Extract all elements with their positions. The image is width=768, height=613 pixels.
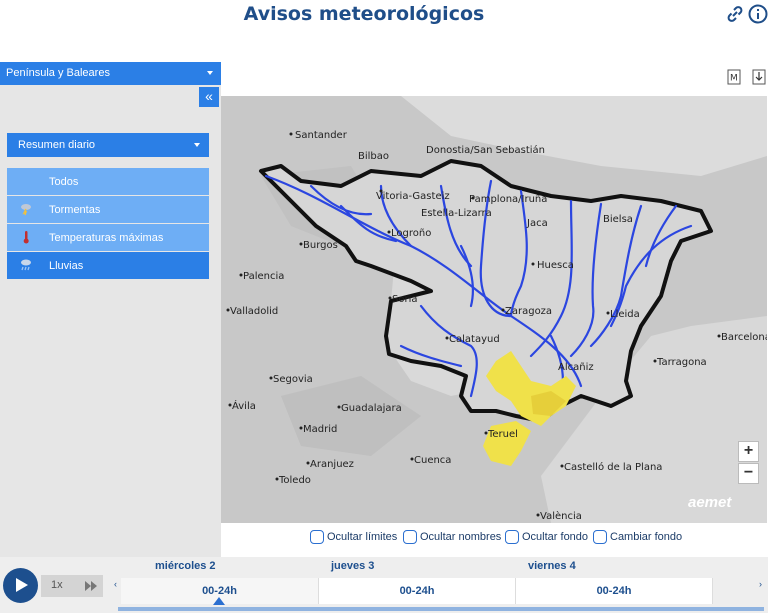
place-label: Tarragona: [656, 357, 707, 368]
time-slot[interactable]: 00-24h: [319, 578, 516, 604]
place-label: Alcañiz: [558, 362, 594, 373]
summary-select-value: Resumen diario: [18, 139, 96, 151]
chevron-down-icon: [194, 143, 200, 147]
play-button[interactable]: [3, 568, 38, 603]
map-canvas: Santander Bilbao Donostia/San Sebastián …: [221, 96, 767, 523]
filter-item-label: Temperaturas máximas: [49, 232, 164, 244]
place-label: Valladolid: [230, 306, 278, 317]
current-slot-marker: [213, 597, 225, 605]
place-label: Burgos: [303, 240, 338, 251]
timeline-prev-button[interactable]: ‹: [114, 579, 117, 589]
place-label: Aranjuez: [310, 459, 354, 470]
warning-map[interactable]: Santander Bilbao Donostia/San Sebastián …: [221, 96, 767, 523]
timeline-track[interactable]: [118, 607, 764, 611]
fast-forward-icon[interactable]: [85, 581, 97, 591]
measure-label: M: [730, 74, 738, 84]
time-slot[interactable]: 00-24h: [516, 578, 713, 604]
link-icon[interactable]: [725, 4, 745, 24]
option-label: Cambiar fondo: [610, 531, 683, 543]
place-label: Barcelona: [721, 332, 767, 343]
zoom-out-button[interactable]: −: [738, 463, 759, 484]
chevron-down-icon: [207, 71, 213, 75]
aemet-logo: aemet: [688, 494, 732, 511]
day-header: viernes 4: [528, 560, 576, 572]
place-label: Bilbao: [358, 151, 389, 162]
place-label: Toledo: [278, 475, 311, 486]
filter-list: Todos Tormentas Temperaturas máximas Llu…: [7, 168, 209, 280]
hide-background-option[interactable]: Ocultar fondo: [505, 530, 588, 544]
place-label: Donostia/San Sebastián: [426, 144, 545, 156]
speed-label: 1x: [51, 579, 63, 591]
timeline: 1x ‹ › miércoles 2 jueves 3 viernes 4 00…: [0, 557, 768, 613]
filter-item-label: Todos: [49, 176, 79, 188]
change-background-option[interactable]: Cambiar fondo: [593, 530, 682, 544]
zoom-in-button[interactable]: +: [738, 441, 759, 462]
region-select-value: Península y Baleares: [6, 67, 110, 79]
checkbox[interactable]: [310, 530, 324, 544]
place-label: Santander: [295, 130, 348, 141]
place-label: Logroño: [391, 228, 431, 239]
collapse-sidebar-button[interactable]: «: [199, 87, 219, 107]
measure-icon[interactable]: M: [727, 69, 741, 85]
summary-select[interactable]: Resumen diario: [7, 133, 209, 157]
place-label: Huesca: [537, 260, 574, 271]
place-label: Segovia: [273, 374, 313, 385]
place-label: Pamplona/Iruña: [469, 194, 547, 205]
checkbox[interactable]: [403, 530, 417, 544]
region-select[interactable]: Península y Baleares: [0, 62, 221, 85]
place-label: Cuenca: [414, 455, 451, 466]
filter-item-label: Lluvias: [49, 260, 84, 272]
hide-names-option[interactable]: Ocultar nombres: [403, 530, 501, 544]
thermometer-icon: [19, 230, 33, 244]
place-label: Castelló de la Plana: [564, 461, 662, 473]
timeline-next-button[interactable]: ›: [759, 579, 762, 589]
day-header: miércoles 2: [155, 560, 216, 572]
info-icon[interactable]: [748, 4, 768, 24]
day-header: jueves 3: [331, 560, 375, 572]
filter-item-label: Tormentas: [49, 204, 101, 216]
storm-icon: [19, 202, 33, 216]
place-label: València: [540, 510, 582, 522]
page-title: Avisos meteorológicos: [243, 3, 485, 25]
filter-item-todos[interactable]: Todos: [7, 168, 209, 195]
place-label: Palencia: [243, 271, 284, 282]
option-label: Ocultar límites: [327, 531, 398, 543]
filter-item-temperaturas[interactable]: Temperaturas máximas: [7, 224, 209, 251]
option-label: Ocultar nombres: [420, 531, 502, 543]
speed-control[interactable]: 1x: [41, 575, 103, 597]
filter-item-tormentas[interactable]: Tormentas: [7, 196, 209, 223]
checkbox[interactable]: [593, 530, 607, 544]
filter-item-lluvias[interactable]: Lluvias: [7, 252, 209, 279]
rain-icon: [19, 258, 33, 272]
place-label: Zaragoza: [505, 306, 552, 317]
checkbox[interactable]: [505, 530, 519, 544]
place-label: Guadalajara: [341, 403, 402, 414]
place-label: Calatayud: [449, 334, 500, 345]
place-label: Soria: [392, 294, 417, 305]
place-label: Bielsa: [603, 214, 633, 225]
hide-limits-option[interactable]: Ocultar límites: [310, 530, 397, 544]
place-label: Lleida: [610, 309, 640, 320]
place-label: Vitoria-Gasteiz: [376, 191, 450, 202]
place-label: Teruel: [487, 429, 518, 440]
option-label: Ocultar fondo: [522, 531, 589, 543]
place-label: Jaca: [526, 218, 548, 229]
place-label: Estella-Lizarra: [421, 208, 492, 219]
place-label: Madrid: [303, 424, 337, 435]
place-label: Ávila: [232, 399, 256, 412]
sidebar: « Resumen diario Todos Tormentas Tempera…: [0, 85, 221, 557]
download-icon[interactable]: [752, 69, 766, 85]
